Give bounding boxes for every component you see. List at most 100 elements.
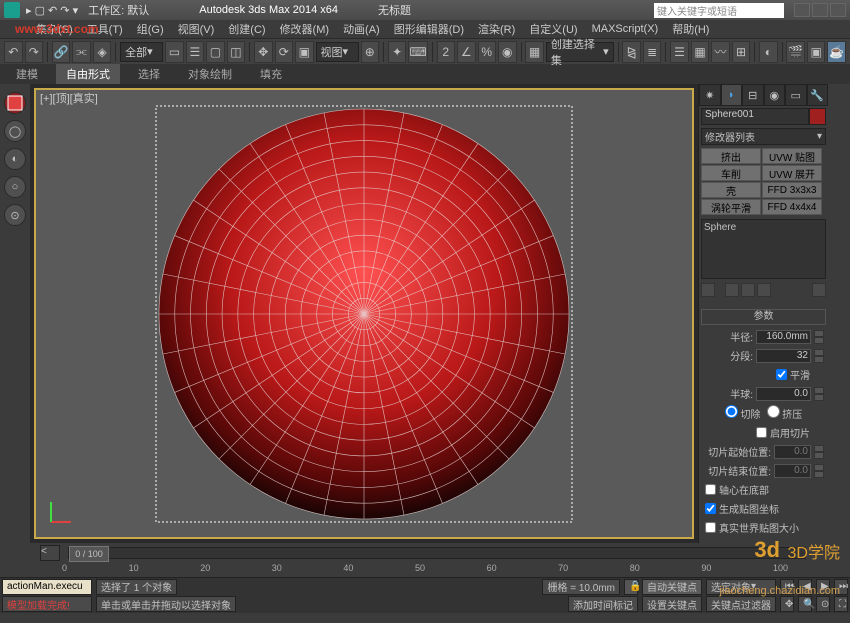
menu-item[interactable]: 修改器(M) xyxy=(274,20,336,38)
select-button[interactable]: ▭ xyxy=(165,41,184,63)
manipulate-button[interactable]: ✦ xyxy=(388,41,407,63)
configure-sets-button[interactable] xyxy=(812,283,826,297)
create-tab[interactable]: ✷ xyxy=(699,84,721,106)
add-time-tag-button[interactable]: 添加时间标记 xyxy=(568,596,638,612)
layers-button[interactable]: ☰ xyxy=(670,41,689,63)
play-button[interactable]: ▶ xyxy=(816,579,830,595)
spinner-snap-button[interactable]: ◉ xyxy=(498,41,517,63)
utilities-tab[interactable]: 🔧 xyxy=(807,84,829,106)
gen-uv-checkbox[interactable] xyxy=(705,503,716,514)
keyboard-shortcut-button[interactable]: ⌨ xyxy=(408,41,427,63)
parameters-rollout-header[interactable]: 参数 xyxy=(701,309,826,325)
material-editor-button[interactable]: ◐ xyxy=(759,41,778,63)
unlink-button[interactable]: ⫘ xyxy=(72,41,91,63)
play-next-button[interactable]: ⏭ xyxy=(834,579,848,595)
hemisphere-spinner[interactable] xyxy=(814,387,824,401)
close-button[interactable] xyxy=(830,3,846,17)
pin-stack-button[interactable] xyxy=(701,283,715,297)
modifier-quick-button[interactable]: 壳 xyxy=(701,182,761,198)
squash-radio[interactable]: 挤压 xyxy=(767,405,803,421)
modifier-stack[interactable]: Sphere xyxy=(701,219,826,279)
object-name-input[interactable]: Sphere001 xyxy=(701,108,809,125)
viewport[interactable] xyxy=(34,88,694,539)
populate-icon[interactable]: ⊙ xyxy=(4,204,26,226)
slice-from-input[interactable]: 0.0 xyxy=(774,445,811,459)
workspace-selector[interactable]: 工作区: 默认 xyxy=(88,2,149,18)
key-filters-button[interactable]: 关键点过滤器 xyxy=(706,596,776,612)
lock-button[interactable]: 🔒 xyxy=(624,579,638,595)
stack-item[interactable]: Sphere xyxy=(704,222,823,233)
render-frame-button[interactable]: ▣ xyxy=(807,41,826,63)
base-pivot-checkbox[interactable] xyxy=(705,484,716,495)
maximize-button[interactable] xyxy=(812,3,828,17)
quick-access[interactable]: ▸ ▢ ↶ ↷ ▾ xyxy=(26,4,78,17)
mode-tab[interactable]: 填充 xyxy=(250,64,292,84)
radius-input[interactable]: 160.0mm xyxy=(756,330,811,344)
modifier-quick-button[interactable]: 车削 xyxy=(701,165,761,181)
nav-orbit-button[interactable]: ⊙ xyxy=(816,596,830,612)
redo-button[interactable]: ↷ xyxy=(25,41,44,63)
mode-tab[interactable]: 自由形式 xyxy=(56,64,120,84)
undo-button[interactable]: ↶ xyxy=(4,41,23,63)
chop-radio[interactable]: 切除 xyxy=(725,405,761,421)
time-slider[interactable]: 0 / 100 xyxy=(68,547,806,559)
display-tab[interactable]: ▭ xyxy=(785,84,807,106)
minimize-button[interactable] xyxy=(794,3,810,17)
move-button[interactable]: ✥ xyxy=(254,41,273,63)
autokey-button[interactable]: 自动关键点 xyxy=(642,579,702,595)
scale-button[interactable]: ▣ xyxy=(295,41,314,63)
snap-2d-button[interactable]: 2 xyxy=(437,41,456,63)
ref-coord-dropdown[interactable]: 视图 ▾ xyxy=(316,42,359,62)
radius-spinner[interactable] xyxy=(814,330,824,344)
segments-input[interactable]: 32 xyxy=(756,349,811,363)
hemisphere-input[interactable]: 0.0 xyxy=(756,387,811,401)
smooth-checkbox[interactable] xyxy=(776,369,787,380)
motion-tab[interactable]: ◉ xyxy=(764,84,786,106)
time-slider-handle[interactable]: 0 / 100 xyxy=(69,546,109,562)
link-button[interactable]: 🔗 xyxy=(52,41,71,63)
slice-from-spinner[interactable] xyxy=(814,445,824,459)
snap-angle-button[interactable]: ∠ xyxy=(457,41,476,63)
named-selection-dropdown[interactable]: 创建选择集 ▾ xyxy=(546,42,614,62)
window-crossing-button[interactable]: ◫ xyxy=(227,41,246,63)
make-unique-button[interactable] xyxy=(741,283,755,297)
named-sets-button[interactable]: ▦ xyxy=(525,41,544,63)
modify-tab[interactable]: ◗ xyxy=(721,84,743,106)
menu-item[interactable]: 组(G) xyxy=(131,20,170,38)
graphite-button[interactable]: ▦ xyxy=(691,41,710,63)
modifier-list-dropdown[interactable]: 修改器列表▾ xyxy=(701,128,826,145)
modifier-quick-button[interactable]: UVW 贴图 xyxy=(762,148,822,164)
help-search-input[interactable]: 键入关键字或短语 xyxy=(654,3,784,18)
menu-item[interactable]: 渲染(R) xyxy=(472,20,521,38)
mode-tab[interactable]: 对象绘制 xyxy=(178,64,242,84)
play-start-button[interactable]: ⏮ xyxy=(780,579,794,595)
render-setup-button[interactable]: 🎬 xyxy=(786,41,805,63)
menu-item[interactable]: MAXScript(X) xyxy=(586,22,665,36)
slice-to-spinner[interactable] xyxy=(814,464,824,478)
timeline-toggle-button[interactable]: < xyxy=(40,545,60,561)
play-prev-button[interactable]: ◀ xyxy=(798,579,812,595)
menu-item[interactable]: 集杂(S) xyxy=(30,20,79,38)
selection-icon[interactable]: ◐ xyxy=(4,148,26,170)
set-key-button[interactable]: 设置关键点 xyxy=(642,596,702,612)
show-end-result-button[interactable] xyxy=(725,283,739,297)
menu-item[interactable]: 图形编辑器(D) xyxy=(388,20,470,38)
nav-zoom-button[interactable]: 🔍 xyxy=(798,596,812,612)
menu-item[interactable]: 视图(V) xyxy=(172,20,221,38)
nav-pan-button[interactable]: ✥ xyxy=(780,596,794,612)
rotate-button[interactable]: ⟳ xyxy=(275,41,294,63)
select-by-name-button[interactable]: ☰ xyxy=(186,41,205,63)
modifier-quick-button[interactable]: 涡轮平滑 xyxy=(701,199,761,215)
maxscript-mini-listener[interactable]: actionMan.execu xyxy=(2,579,92,595)
polygon-modeling-icon[interactable] xyxy=(4,92,26,114)
object-color-swatch[interactable] xyxy=(809,108,826,125)
segments-spinner[interactable] xyxy=(814,349,824,363)
freeform-icon[interactable]: ◯ xyxy=(4,120,26,142)
menu-item[interactable]: 动画(A) xyxy=(337,20,386,38)
modifier-quick-button[interactable]: UVW 展开 xyxy=(762,165,822,181)
hierarchy-tab[interactable]: ⊟ xyxy=(742,84,764,106)
render-button[interactable]: ☕ xyxy=(827,41,846,63)
selection-filter-dropdown[interactable]: 全部 ▾ xyxy=(120,42,163,62)
menu-item[interactable]: 工具(T) xyxy=(81,20,129,38)
schematic-button[interactable]: ⊞ xyxy=(732,41,751,63)
